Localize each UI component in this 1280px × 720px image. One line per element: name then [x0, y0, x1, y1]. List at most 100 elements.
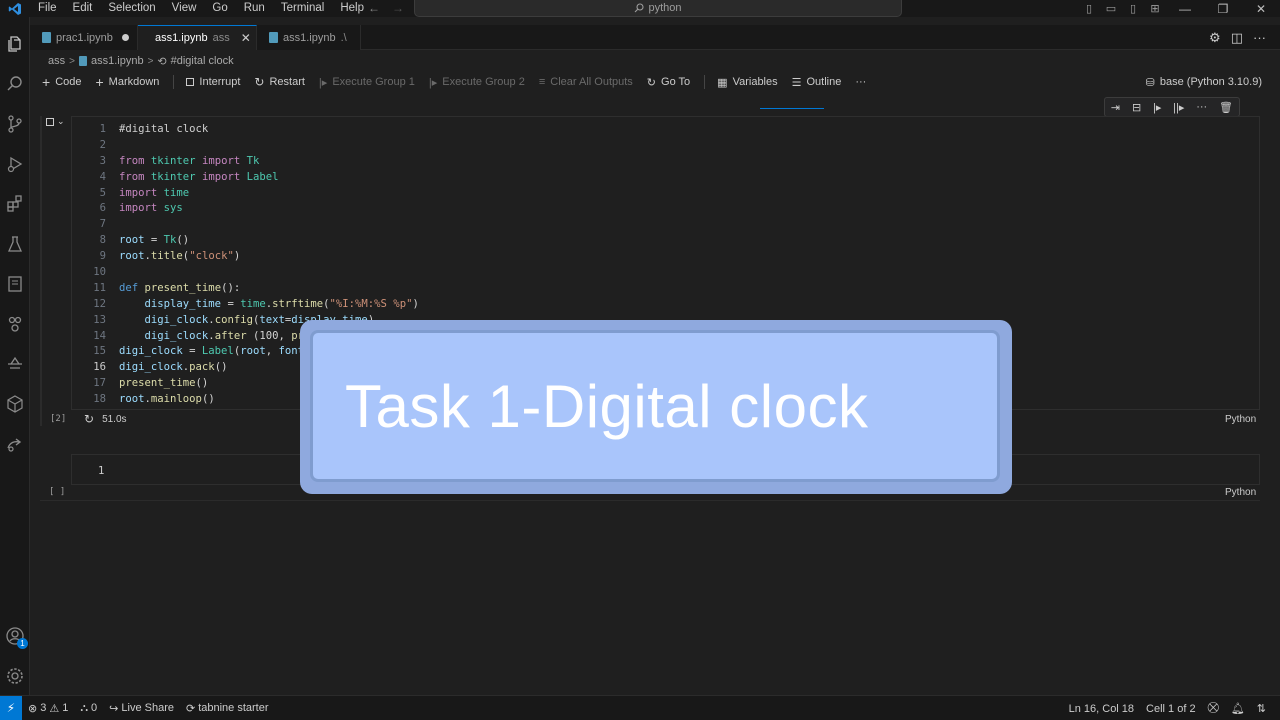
go-to-icon: ↻: [646, 76, 657, 89]
menu-help[interactable]: Help: [332, 0, 372, 17]
notebook-file-icon: [269, 32, 278, 43]
tab-ass1-active[interactable]: ass1.ipynb ass ✕: [138, 25, 257, 50]
menu-go[interactable]: Go: [204, 0, 235, 17]
add-markdown-button[interactable]: + Markdown: [95, 74, 159, 90]
refresh-spinner-icon: ↻: [84, 412, 95, 426]
editor-actions: ⚙ ◫ ···: [1209, 25, 1266, 50]
code-line: 3 from tkinter import Tk: [99, 154, 260, 167]
execution-duration: 51.0s: [102, 413, 127, 425]
split-editor-icon[interactable]: ◫: [1231, 30, 1243, 46]
interrupt-button[interactable]: Interrupt: [186, 76, 240, 88]
container-icon[interactable]: [0, 389, 30, 419]
accounts-icon[interactable]: 1: [0, 621, 30, 651]
live-share-icon[interactable]: [0, 429, 30, 459]
menu-file[interactable]: File: [30, 0, 65, 17]
clear-all-outputs-button[interactable]: ≡ Clear All Outputs: [539, 76, 633, 88]
minimize-button[interactable]: —: [1166, 2, 1204, 16]
menu-terminal[interactable]: Terminal: [273, 0, 332, 17]
live-share-button[interactable]: ↪ Live Share: [103, 702, 180, 715]
outline-button[interactable]: ☰ Outline: [792, 76, 842, 89]
kernel-picker[interactable]: ⛁ base (Python 3.10.9): [1146, 71, 1262, 93]
execute-group-2-button[interactable]: |▸ Execute Group 2: [429, 76, 525, 89]
command-center[interactable]: python: [414, 0, 902, 17]
more-toolbar-actions-button[interactable]: ···: [855, 76, 866, 88]
code-line: 1 #digital clock: [99, 123, 209, 135]
toggle-secondary-sidebar-icon[interactable]: ▯: [1122, 2, 1144, 15]
kernel-label: base (Python 3.10.9): [1159, 76, 1262, 88]
menu-edit[interactable]: Edit: [65, 0, 101, 17]
toggle-sidebar-icon[interactable]: ▯: [1078, 2, 1100, 15]
close-tab-icon[interactable]: ✕: [241, 31, 251, 45]
activity-bar: 1: [0, 17, 30, 695]
sync-icon[interactable]: ⇅: [1251, 702, 1272, 715]
tab-description: ass: [212, 32, 230, 44]
tabnine-button[interactable]: ⟳ tabnine starter: [180, 702, 275, 715]
toolbar-divider: [173, 75, 175, 89]
breadcrumb-cell[interactable]: #digital clock: [171, 55, 234, 67]
customize-layout-icon[interactable]: ⊞: [1144, 2, 1166, 15]
settings-gear-icon[interactable]: ⚙: [1209, 30, 1221, 46]
menu-view[interactable]: View: [164, 0, 205, 17]
anaconda-icon[interactable]: [0, 349, 30, 379]
remote-indicator-icon[interactable]: ⚡: [0, 695, 22, 720]
explorer-icon[interactable]: [0, 29, 30, 59]
go-to-button[interactable]: ↻ Go To: [647, 76, 690, 89]
execute-group-1-label: Execute Group 1: [332, 76, 415, 88]
execute-group-1-button[interactable]: |▸ Execute Group 1: [319, 76, 415, 89]
tab-ass1-root[interactable]: ass1.ipynb .\: [257, 25, 361, 50]
menu-selection[interactable]: Selection: [100, 0, 163, 17]
execute-below-icon[interactable]: ||▸: [1173, 101, 1184, 114]
notebook-file-icon: [42, 32, 51, 43]
editor-tab-bar: prac1.ipynb ass1.ipynb ass ✕ ass1.ipynb …: [30, 25, 1280, 50]
cell-divider: [40, 500, 1260, 501]
cell-collapse-toggle[interactable]: ⌄: [46, 116, 65, 127]
copilot-icon[interactable]: ⛒: [1202, 702, 1225, 715]
extensions-icon[interactable]: [0, 189, 30, 219]
forward-arrow-icon[interactable]: →: [392, 0, 404, 17]
delete-cell-icon[interactable]: 🗑: [1219, 101, 1233, 114]
more-actions-icon[interactable]: ···: [1253, 30, 1266, 45]
cursor-position[interactable]: Ln 16, Col 18: [1063, 703, 1140, 715]
breadcrumb-file[interactable]: ass1.ipynb: [91, 55, 144, 67]
split-cell-icon[interactable]: ⊟: [1132, 101, 1141, 114]
jupyter-icon[interactable]: [0, 309, 30, 339]
clear-all-outputs-label: Clear All Outputs: [550, 76, 633, 88]
toggle-panel-icon[interactable]: ▭: [1100, 2, 1122, 15]
source-control-icon[interactable]: [0, 109, 30, 139]
run-debug-icon[interactable]: [0, 149, 30, 179]
cell-position[interactable]: Cell 1 of 2: [1140, 703, 1202, 715]
execution-status: ↻ 51.0s: [84, 412, 127, 426]
manage-gear-icon[interactable]: [0, 661, 30, 691]
search-icon[interactable]: [0, 69, 30, 99]
nav-arrows: ← →: [368, 0, 404, 17]
cell-more-icon[interactable]: ···: [1196, 101, 1207, 113]
outline-list-icon: ☰: [791, 76, 802, 89]
chevron-down-icon: ⌄: [57, 116, 65, 126]
notifications-bell-icon[interactable]: 🔔︎: [1225, 702, 1251, 715]
restart-button[interactable]: ↻ Restart: [254, 75, 305, 89]
toolbar-progress-indicator: [760, 108, 824, 109]
tab-prac1[interactable]: prac1.ipynb: [30, 25, 138, 50]
back-arrow-icon[interactable]: ←: [368, 0, 380, 17]
menu-run[interactable]: Run: [236, 0, 273, 17]
remote-explorer-icon[interactable]: [0, 269, 30, 299]
breadcrumb-folder[interactable]: ass: [48, 55, 65, 67]
testing-icon[interactable]: [0, 229, 30, 259]
restore-button[interactable]: ❐: [1204, 2, 1242, 16]
chevron-right-icon: >: [69, 55, 75, 67]
code-line: 8 root = Tk(): [99, 234, 190, 247]
run-by-line-icon[interactable]: ⇥: [1111, 101, 1120, 114]
variables-button[interactable]: ▦ Variables: [717, 76, 777, 89]
command-center-label: python: [648, 2, 682, 14]
add-code-button[interactable]: + Code: [42, 74, 81, 90]
ports-indicator[interactable]: ⛬ 0: [74, 702, 103, 715]
cell-language-label[interactable]: Python: [1225, 414, 1256, 425]
restart-label: Restart: [269, 76, 305, 88]
cell-language-label[interactable]: Python: [1225, 487, 1256, 498]
close-window-button[interactable]: ✕: [1242, 2, 1280, 16]
code-line: 2: [99, 138, 106, 151]
vscode-logo-icon: [0, 0, 30, 17]
problems-indicator[interactable]: ⊗ 3 ⚠ 1: [22, 702, 74, 715]
tabnine-label: tabnine starter: [198, 702, 269, 714]
execute-above-icon[interactable]: |▸: [1153, 101, 1161, 114]
